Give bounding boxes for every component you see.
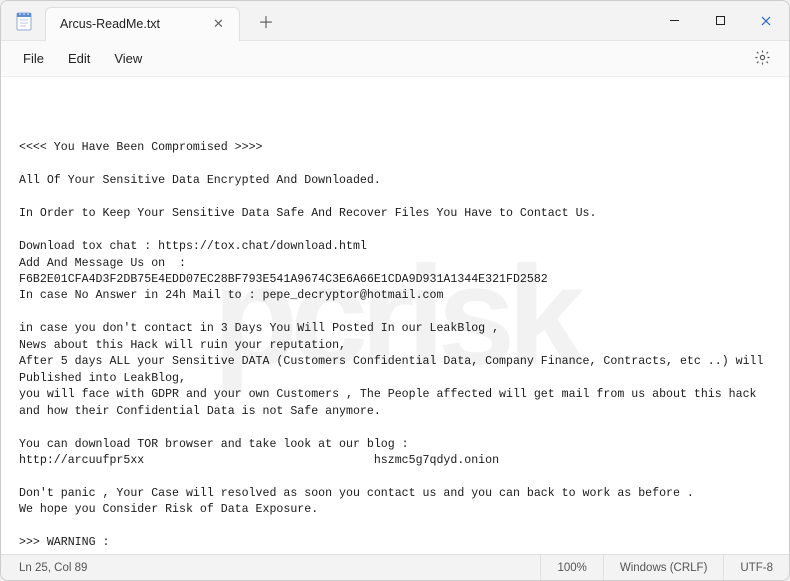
menu-edit[interactable]: Edit [56, 46, 102, 71]
close-button[interactable] [743, 1, 789, 40]
menubar: File Edit View [1, 41, 789, 77]
status-zoom[interactable]: 100% [540, 555, 602, 580]
titlebar: Arcus-ReadMe.txt ✕ ＋ [1, 1, 789, 41]
menu-file[interactable]: File [11, 46, 56, 71]
document-body: <<<< You Have Been Compromised >>>> All … [19, 140, 771, 554]
maximize-button[interactable] [697, 1, 743, 40]
new-tab-button[interactable]: ＋ [250, 5, 282, 37]
settings-icon[interactable] [746, 44, 779, 74]
notepad-icon [15, 10, 33, 32]
text-editor[interactable]: pcrisk <<<< You Have Been Compromised >>… [1, 77, 789, 554]
tab-close-icon[interactable]: ✕ [208, 14, 229, 34]
status-encoding[interactable]: UTF-8 [723, 555, 789, 580]
tab-title: Arcus-ReadMe.txt [60, 17, 160, 31]
statusbar: Ln 25, Col 89 100% Windows (CRLF) UTF-8 [1, 554, 789, 580]
status-position[interactable]: Ln 25, Col 89 [1, 555, 103, 580]
minimize-button[interactable] [651, 1, 697, 40]
tab-document[interactable]: Arcus-ReadMe.txt ✕ [45, 7, 240, 41]
status-line-ending[interactable]: Windows (CRLF) [603, 555, 724, 580]
window-controls [651, 1, 789, 40]
menu-view[interactable]: View [102, 46, 154, 71]
app-window: Arcus-ReadMe.txt ✕ ＋ File Edit View [0, 0, 790, 581]
